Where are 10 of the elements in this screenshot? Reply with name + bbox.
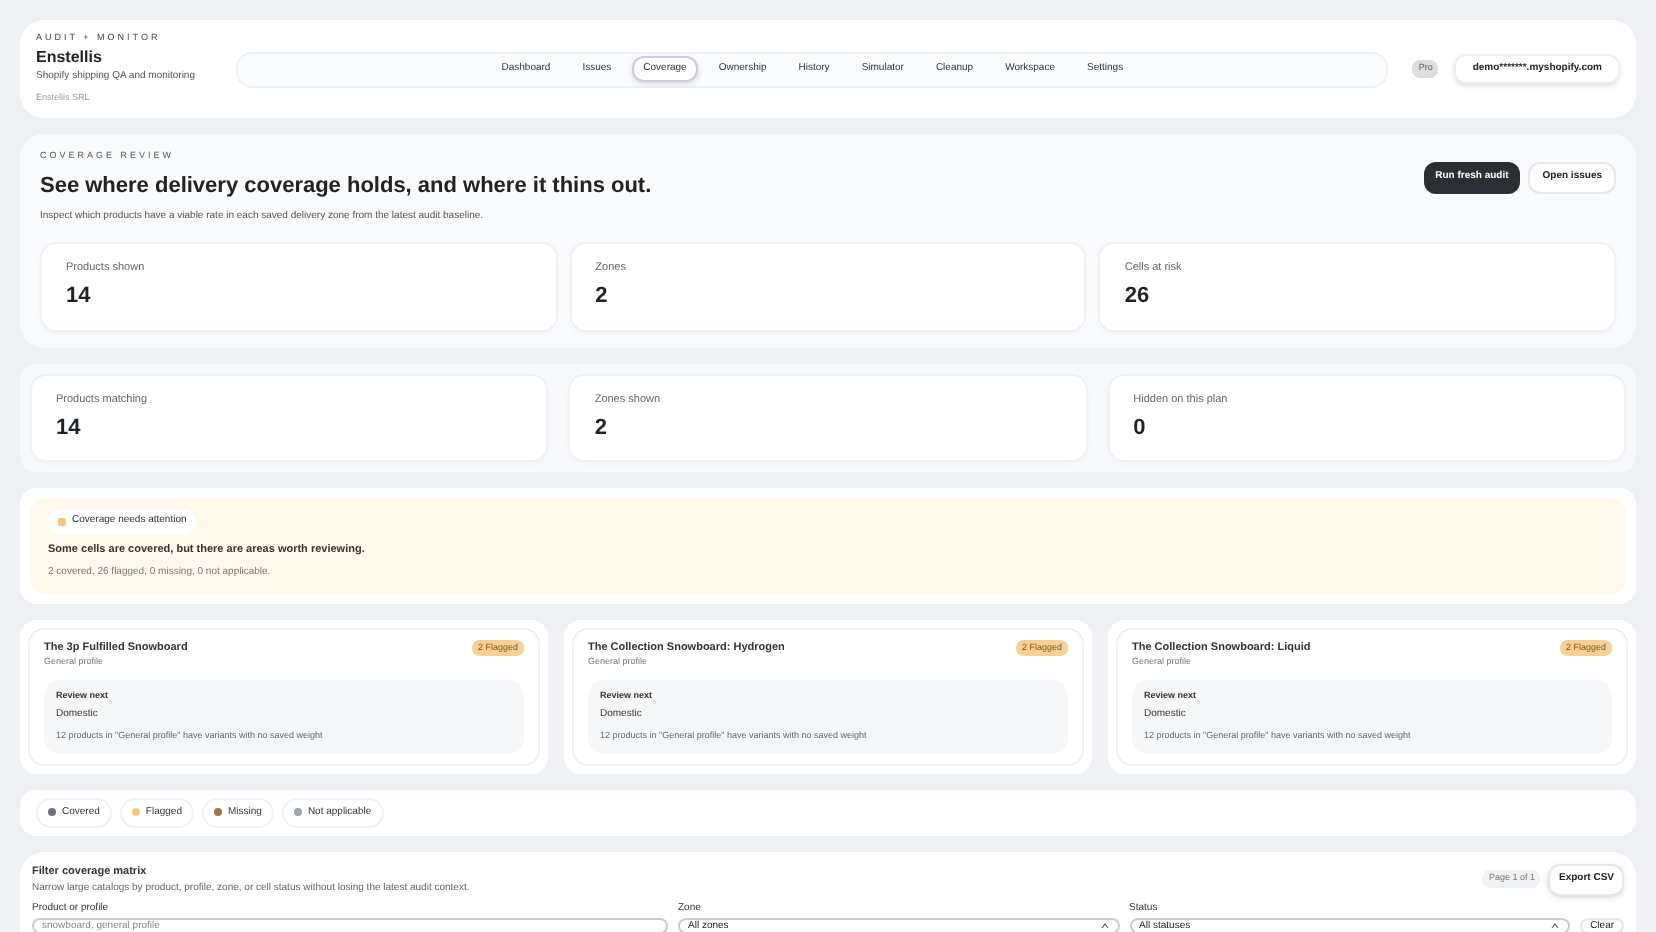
stat-value: 14 xyxy=(56,413,83,444)
stat-value: 0 xyxy=(1133,413,1148,444)
stat-value: 26 xyxy=(1124,282,1152,312)
caret-icon xyxy=(1550,922,1561,931)
caret-icon xyxy=(1099,922,1110,931)
stat-value: 2 xyxy=(594,413,609,444)
app-title: Enstellis xyxy=(36,45,104,70)
stat-value: 14 xyxy=(66,282,93,312)
stat-value: 2 xyxy=(595,282,610,312)
page-heading: See where delivery coverage holds, and where it thins out. xyxy=(40,171,652,202)
